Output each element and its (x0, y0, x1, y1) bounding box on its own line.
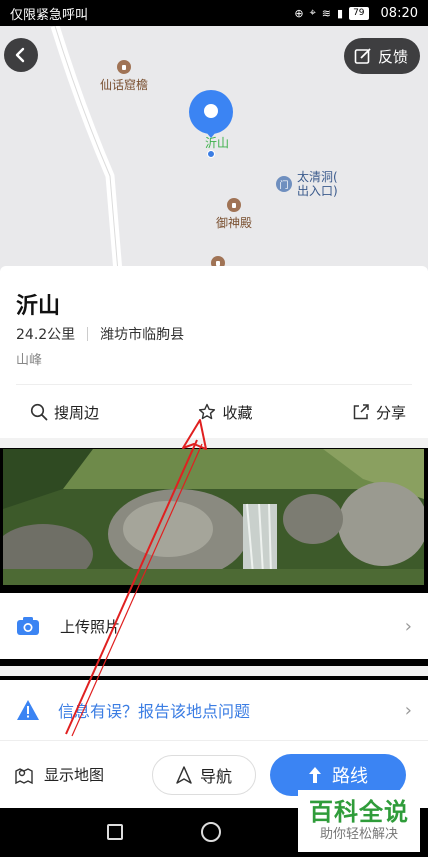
section-gap (0, 438, 428, 448)
place-meta: 24.2公里 潍坊市临朐县 (16, 324, 184, 344)
watermark-subtitle: 助你轻松解决 (319, 827, 398, 842)
temple-icon (227, 198, 241, 212)
place-location: 潍坊市临朐县 (100, 327, 185, 343)
place-distance: 24.2公里 (16, 327, 76, 343)
entrance-label: 太清洞( 出入口) (297, 170, 338, 198)
wifi-icon: ≋ (321, 6, 332, 20)
location-pin-icon[interactable] (186, 90, 236, 140)
chevron-left-icon (15, 47, 25, 63)
entrance-label-line2: 出入口) (297, 184, 338, 198)
feedback-button[interactable]: 反馈 (343, 38, 420, 74)
navigate-label: 导航 (199, 766, 232, 786)
report-issue-row[interactable]: 信息有误？报告该地点问题 › (0, 680, 428, 740)
navigation-arrow-icon (176, 765, 192, 784)
chevron-right-icon: › (404, 699, 412, 721)
waterfall-photo (3, 449, 424, 585)
signal-icon: ▮ (337, 6, 344, 20)
navigate-button[interactable]: 导航 (152, 754, 256, 795)
feedback-label: 反馈 (377, 47, 408, 66)
edit-icon (354, 48, 371, 64)
star-icon (199, 403, 216, 420)
meta-divider (87, 327, 89, 341)
arrow-up-icon (309, 766, 321, 783)
upload-photo-row[interactable]: 上传照片 › (0, 593, 428, 659)
show-map-button[interactable]: 显示地图 (14, 764, 144, 785)
entrance-label-line1: 太清洞( (297, 170, 338, 184)
place-info-panel: 沂山 24.2公里 潍坊市临朐县 山峰 搜周边 收藏 分享 (0, 266, 428, 438)
entrance-icon[interactable]: 门 (276, 176, 292, 192)
route-label: 路线 (332, 765, 368, 787)
share-icon (353, 404, 369, 420)
map-view[interactable]: 反馈 仙话窟檐 御神殿 门 太清洞( 出入口) 沂山 (0, 26, 428, 272)
carrier-text: 仅限紧急呼叫 (10, 7, 89, 23)
place-category: 山峰 (16, 353, 43, 368)
watermark-title: 百科全说 (309, 798, 409, 826)
home-icon[interactable] (201, 822, 221, 842)
poi-marker[interactable]: 仙话窟檐 (100, 60, 148, 93)
battery-icon: 79 (349, 6, 369, 20)
favorite-button[interactable]: 收藏 (198, 396, 253, 428)
status-bar: 仅限紧急呼叫 ⊕ ⌖ ≋ ▮ 79 08:20 (0, 0, 428, 26)
recents-icon[interactable] (107, 824, 123, 840)
section-gap (0, 666, 428, 676)
watermark-logo: 百科全说 助你轻松解决 (298, 790, 420, 852)
nfc-icon: ⊕ (294, 6, 304, 20)
warning-icon (17, 700, 39, 720)
chevron-right-icon: › (404, 615, 412, 637)
upload-photo-label: 上传照片 (60, 617, 121, 636)
poi-label: 御神殿 (216, 216, 253, 230)
place-title: 沂山 (16, 294, 61, 319)
report-issue-label: 信息有误？报告该地点问题 (58, 702, 251, 721)
show-map-label: 显示地图 (44, 766, 105, 784)
location-icon: ⌖ (309, 6, 316, 19)
search-nearby-button[interactable]: 搜周边 (30, 396, 99, 428)
poi-label: 仙话窟檐 (100, 78, 149, 92)
temple-icon (117, 60, 131, 74)
divider (16, 384, 412, 385)
place-photo[interactable] (3, 449, 424, 585)
pin-label: 沂山 (205, 136, 230, 150)
action-bar: 搜周边 收藏 分享 (0, 396, 428, 428)
favorite-label: 收藏 (222, 403, 253, 422)
status-time: 08:20 (380, 5, 418, 21)
status-icons: ⊕ ⌖ ≋ ▮ 79 08:20 (294, 6, 418, 21)
search-nearby-label: 搜周边 (54, 403, 100, 422)
back-button[interactable] (4, 38, 38, 72)
share-button[interactable]: 分享 (352, 396, 406, 428)
pin-dot (207, 150, 215, 158)
search-icon (30, 403, 48, 421)
map-icon (15, 767, 33, 784)
camera-icon (17, 617, 39, 635)
share-label: 分享 (375, 403, 406, 422)
poi-marker[interactable]: 御神殿 (216, 198, 252, 231)
